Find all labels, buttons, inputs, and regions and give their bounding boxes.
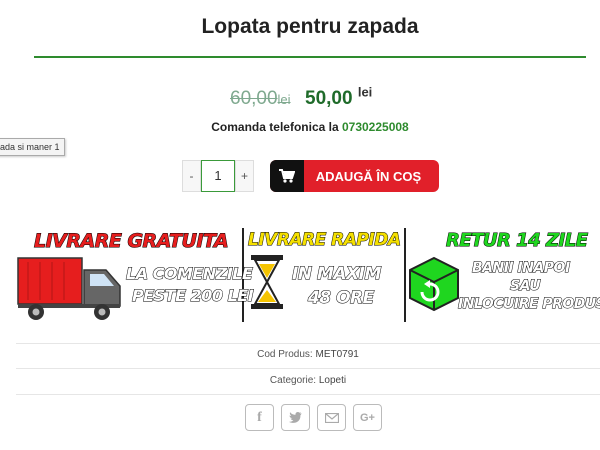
returns-line3: INLOCUIRE PRODUS <box>457 296 600 313</box>
phone-order-line: Comanda telefonica la 0730225008 <box>0 120 600 134</box>
sale-price: 50,00 lei <box>305 85 373 110</box>
fast-delivery-panel: LIVRARE RAPIDA IN MAXIM 48 ORE <box>244 226 404 324</box>
delivery-truck-icon <box>17 257 121 320</box>
product-title: Lopata pentru zapada <box>201 15 419 38</box>
free-delivery-title: LIVRARE GRATUITA <box>33 230 229 253</box>
meta-divider <box>16 394 600 395</box>
sale-price-currency: lei <box>357 85 373 100</box>
phone-order-label: Comanda telefonica la <box>211 120 339 134</box>
envelope-icon <box>324 412 339 423</box>
product-category: Categorie: Lopeti <box>16 375 600 386</box>
fast-delivery-title: LIVRARE RAPIDA <box>247 230 401 251</box>
sku-label: Cod Produs: <box>257 349 313 360</box>
add-to-cart-button[interactable]: ADAUGĂ ÎN COȘ <box>270 160 439 192</box>
twitter-share-button[interactable] <box>281 404 310 431</box>
hourglass-icon <box>251 255 283 309</box>
googleplus-icon: G+ <box>360 411 375 424</box>
quantity-increase-button[interactable]: + <box>235 160 254 192</box>
fast-delivery-line2: 48 ORE <box>308 288 375 309</box>
quantity-input[interactable]: 1 <box>201 160 235 192</box>
price-block: 60,00lei 50,00 lei <box>230 85 372 110</box>
share-buttons: f G+ <box>245 404 382 431</box>
category-label: Categorie: <box>269 375 317 386</box>
facebook-icon: f <box>257 409 262 425</box>
sku-value: MET0791 <box>315 349 359 360</box>
category-link[interactable]: Lopeti <box>319 375 346 386</box>
image-tooltip: pada si maner 1 <box>0 138 65 156</box>
return-box-icon <box>409 256 459 312</box>
free-delivery-panel: LIVRARE GRATUITA LA COMENZILE PESTE 200 … <box>16 226 254 324</box>
phone-number-link[interactable]: 0730225008 <box>342 120 409 134</box>
quantity-stepper: - 1 + <box>182 160 254 192</box>
product-sku: Cod Produs: MET0791 <box>16 349 600 360</box>
old-price: 60,00lei <box>230 88 291 109</box>
twitter-icon <box>289 412 302 423</box>
googleplus-share-button[interactable]: G+ <box>353 404 382 431</box>
old-price-value: 60,00 <box>230 88 278 110</box>
add-to-cart-label: ADAUGĂ ÎN COȘ <box>315 168 422 184</box>
returns-panel: RETUR 14 ZILE BANII INAPOI SAU INLOCUIRE… <box>406 226 600 324</box>
cart-icon <box>270 160 304 192</box>
email-share-button[interactable] <box>317 404 346 431</box>
benefits-banner: LIVRARE GRATUITA LA COMENZILE PESTE 200 … <box>16 226 600 324</box>
quantity-decrease-button[interactable]: - <box>182 160 201 192</box>
facebook-share-button[interactable]: f <box>245 404 274 431</box>
meta-divider <box>16 368 600 369</box>
free-delivery-line2: PESTE 200 LEI <box>131 286 254 306</box>
returns-title: RETUR 14 ZILE <box>446 230 589 252</box>
sale-price-value: 50,00 <box>305 88 353 110</box>
title-divider <box>34 56 586 58</box>
returns-line1: BANII INAPOI <box>472 260 571 277</box>
old-price-currency: lei <box>277 92 291 108</box>
meta-divider <box>16 343 600 344</box>
fast-delivery-line1: IN MAXIM <box>292 264 382 285</box>
free-delivery-line1: LA COMENZILE <box>125 264 253 284</box>
returns-line2: SAU <box>509 278 541 295</box>
